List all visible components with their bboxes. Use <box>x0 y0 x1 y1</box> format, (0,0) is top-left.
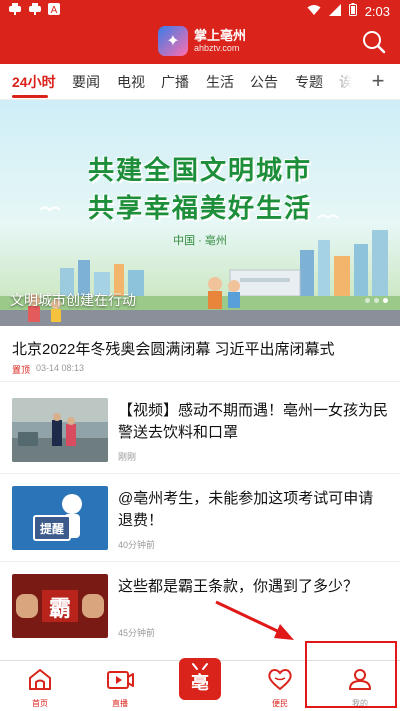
annotation-highlight-box <box>305 641 397 708</box>
news-title: 【视频】感动不期而遇！亳州一女孩为民警送去饮料和口罩 <box>118 402 389 441</box>
video-thumbnail <box>12 398 108 462</box>
search-icon <box>363 31 386 54</box>
nav-service-label: 便民 <box>272 699 288 708</box>
banner-slogan-2: 共享幸福美好生活 <box>87 193 312 223</box>
add-channel-button[interactable]: + <box>366 68 390 94</box>
carousel-indicator <box>365 298 388 303</box>
annotation-arrow <box>215 600 294 640</box>
search-button[interactable] <box>360 28 388 56</box>
app-notification-icon <box>28 3 42 18</box>
svg-text:A: A <box>51 5 58 15</box>
banner-location: 中国 · 亳州 <box>173 235 227 247</box>
tab-topic[interactable]: 专题 <box>295 72 323 92</box>
news-title: 这些都是霸王条款，你遇到了多少？ <box>118 578 359 595</box>
app-header: A 2:03 ✦ 掌上亳州 ahbztv.com <box>0 0 400 64</box>
news-time: 刚刚 <box>118 452 137 462</box>
active-tab-indicator <box>12 95 48 98</box>
headline-item[interactable]: 北京2022年冬残奥会圆满闭幕 习近平出席闭幕式 置顶 03-14 08:13 <box>0 326 400 382</box>
tab-news[interactable]: 要闻 <box>72 72 100 92</box>
tab-notice[interactable]: 公告 <box>250 72 278 92</box>
signal-icon <box>328 3 341 19</box>
app-logo-icon: 亳 <box>191 663 209 694</box>
plus-icon: + <box>371 68 385 93</box>
list-item[interactable]: 提醒 @亳州考生，未能参加这项考试可申请退费！ 40分钟前 <box>0 474 400 562</box>
logo-mark-icon: ✦ <box>158 26 188 56</box>
app-bar: ✦ 掌上亳州 ahbztv.com <box>0 22 400 64</box>
logo-subtitle: ahbztv.com <box>194 43 240 53</box>
svg-text:提醒: 提醒 <box>40 521 64 536</box>
status-time: 2:03 <box>364 3 390 19</box>
overlord-clause-thumbnail: 霸 <box>12 574 108 638</box>
tab-radio[interactable]: 广播 <box>161 72 189 92</box>
live-video-icon <box>107 671 134 689</box>
app-notification-icon <box>8 3 22 18</box>
news-title: @亳州考生，未能参加这项考试可申请退费！ <box>118 490 374 529</box>
channel-tabs: 24小时 要闻 电视 广播 生活 公告 专题 诶 + <box>0 64 400 100</box>
banner-carousel[interactable]: 共建全国文明城市 共享幸福美好生活 中国 · 亳州 文明城市创建在行动 <box>0 100 400 326</box>
headline-time: 03-14 08:13 <box>36 363 85 373</box>
nav-home-label: 首页 <box>32 699 48 708</box>
svg-text:霸: 霸 <box>49 597 71 622</box>
reminder-thumbnail: 提醒 <box>12 486 108 550</box>
banner-slogan-1: 共建全国文明城市 <box>87 155 312 185</box>
nav-home[interactable]: 首页 <box>10 667 70 709</box>
heart-icon <box>268 669 292 691</box>
home-icon <box>29 669 51 690</box>
svg-text:亳: 亳 <box>191 672 209 694</box>
news-time: 45分钟前 <box>118 628 156 638</box>
app-logo: ✦ 掌上亳州 ahbztv.com <box>158 26 246 56</box>
logo-title: 掌上亳州 <box>194 28 247 43</box>
tab-tv[interactable]: 电视 <box>117 72 145 92</box>
list-item[interactable]: 霸 这些都是霸王条款，你遇到了多少？ 45分钟前 <box>0 562 400 650</box>
tab-24h[interactable]: 24小时 <box>12 72 56 92</box>
wifi-icon <box>307 4 321 19</box>
nav-service[interactable]: 便民 <box>250 667 310 709</box>
letter-a-icon: A <box>48 3 60 18</box>
battery-icon <box>348 3 357 19</box>
tab-life[interactable]: 生活 <box>206 72 234 92</box>
headline-title: 北京2022年冬残奥会圆满闭幕 习近平出席闭幕式 <box>12 341 335 358</box>
banner-caption: 文明城市创建在行动 <box>10 292 136 308</box>
center-logo-button[interactable]: 亳 <box>179 658 221 700</box>
pinned-badge: 置顶 <box>12 365 31 375</box>
status-bar: A 2:03 <box>0 0 400 22</box>
nav-live-label: 直播 <box>112 699 128 708</box>
nav-live[interactable]: 直播 <box>90 667 150 709</box>
news-time: 40分钟前 <box>118 540 156 550</box>
list-item[interactable]: 【视频】感动不期而遇！亳州一女孩为民警送去饮料和口罩 刚刚 <box>0 386 400 474</box>
